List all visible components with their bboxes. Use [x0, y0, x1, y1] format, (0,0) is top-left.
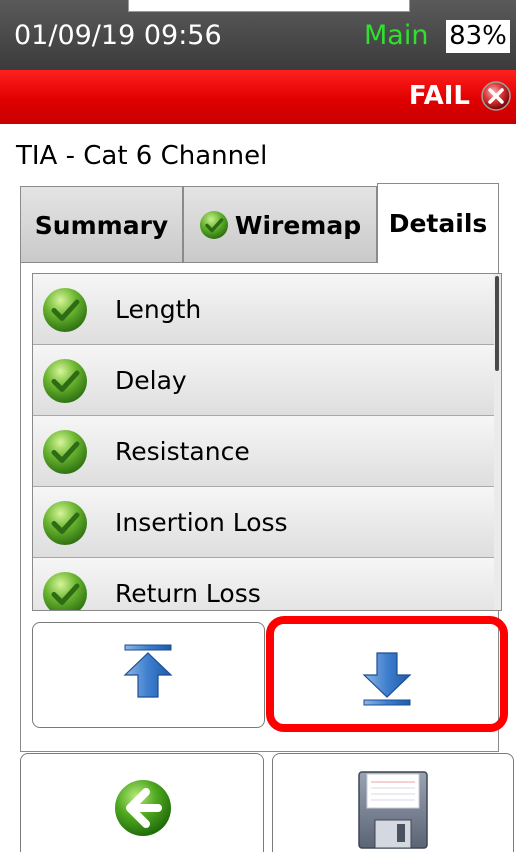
save-button[interactable] [272, 753, 514, 852]
highlight-annotation [266, 616, 508, 732]
scrollbar-thumb[interactable] [495, 276, 499, 371]
tab-wiremap-label: Wiremap [234, 210, 362, 240]
status-notch [128, 0, 410, 12]
scroll-to-top-icon [123, 644, 173, 698]
result-label: Return Loss [115, 579, 261, 608]
pass-check-icon [43, 359, 87, 403]
check-icon [199, 211, 228, 239]
battery-level: 83% [446, 20, 510, 53]
fail-x-icon [481, 81, 511, 111]
list-item[interactable]: Length [33, 274, 495, 345]
pass-check-icon [43, 572, 87, 610]
result-status-bar: FAIL [0, 70, 516, 124]
list-item[interactable]: Delay [33, 345, 495, 416]
tab-wiremap[interactable]: Wiremap [183, 186, 377, 264]
pass-check-icon [43, 288, 87, 332]
list-item[interactable]: Resistance [33, 416, 495, 487]
results-list[interactable]: Length Delay Resistance Insertion Loss R… [32, 273, 502, 611]
tab-summary[interactable]: Summary [20, 186, 183, 264]
status-datetime: 01/09/19 09:56 [14, 20, 222, 51]
tab-details-label: Details [388, 209, 488, 238]
result-label: Resistance [115, 437, 250, 466]
list-item[interactable]: Return Loss [33, 558, 495, 610]
save-disk-icon [358, 771, 428, 849]
result-label: Length [115, 295, 202, 324]
pass-check-icon [43, 501, 87, 545]
status-mode: Main [364, 20, 429, 51]
tab-summary-label: Summary [34, 210, 169, 240]
result-label: Insertion Loss [115, 508, 288, 537]
result-label: Delay [115, 366, 187, 395]
scroll-to-top-button[interactable] [32, 622, 265, 728]
test-limit-title: TIA - Cat 6 Channel [16, 141, 268, 171]
pass-check-icon [43, 430, 87, 474]
tab-details[interactable]: Details [377, 183, 499, 263]
back-button[interactable] [20, 753, 264, 852]
tester-screen: 01/09/19 09:56 Main 83% FAIL TIA - Cat 6… [0, 0, 516, 852]
result-status-label: FAIL [408, 81, 470, 111]
back-arrow-icon [115, 780, 171, 836]
status-bar: 01/09/19 09:56 Main 83% [0, 0, 516, 70]
list-item[interactable]: Insertion Loss [33, 487, 495, 558]
